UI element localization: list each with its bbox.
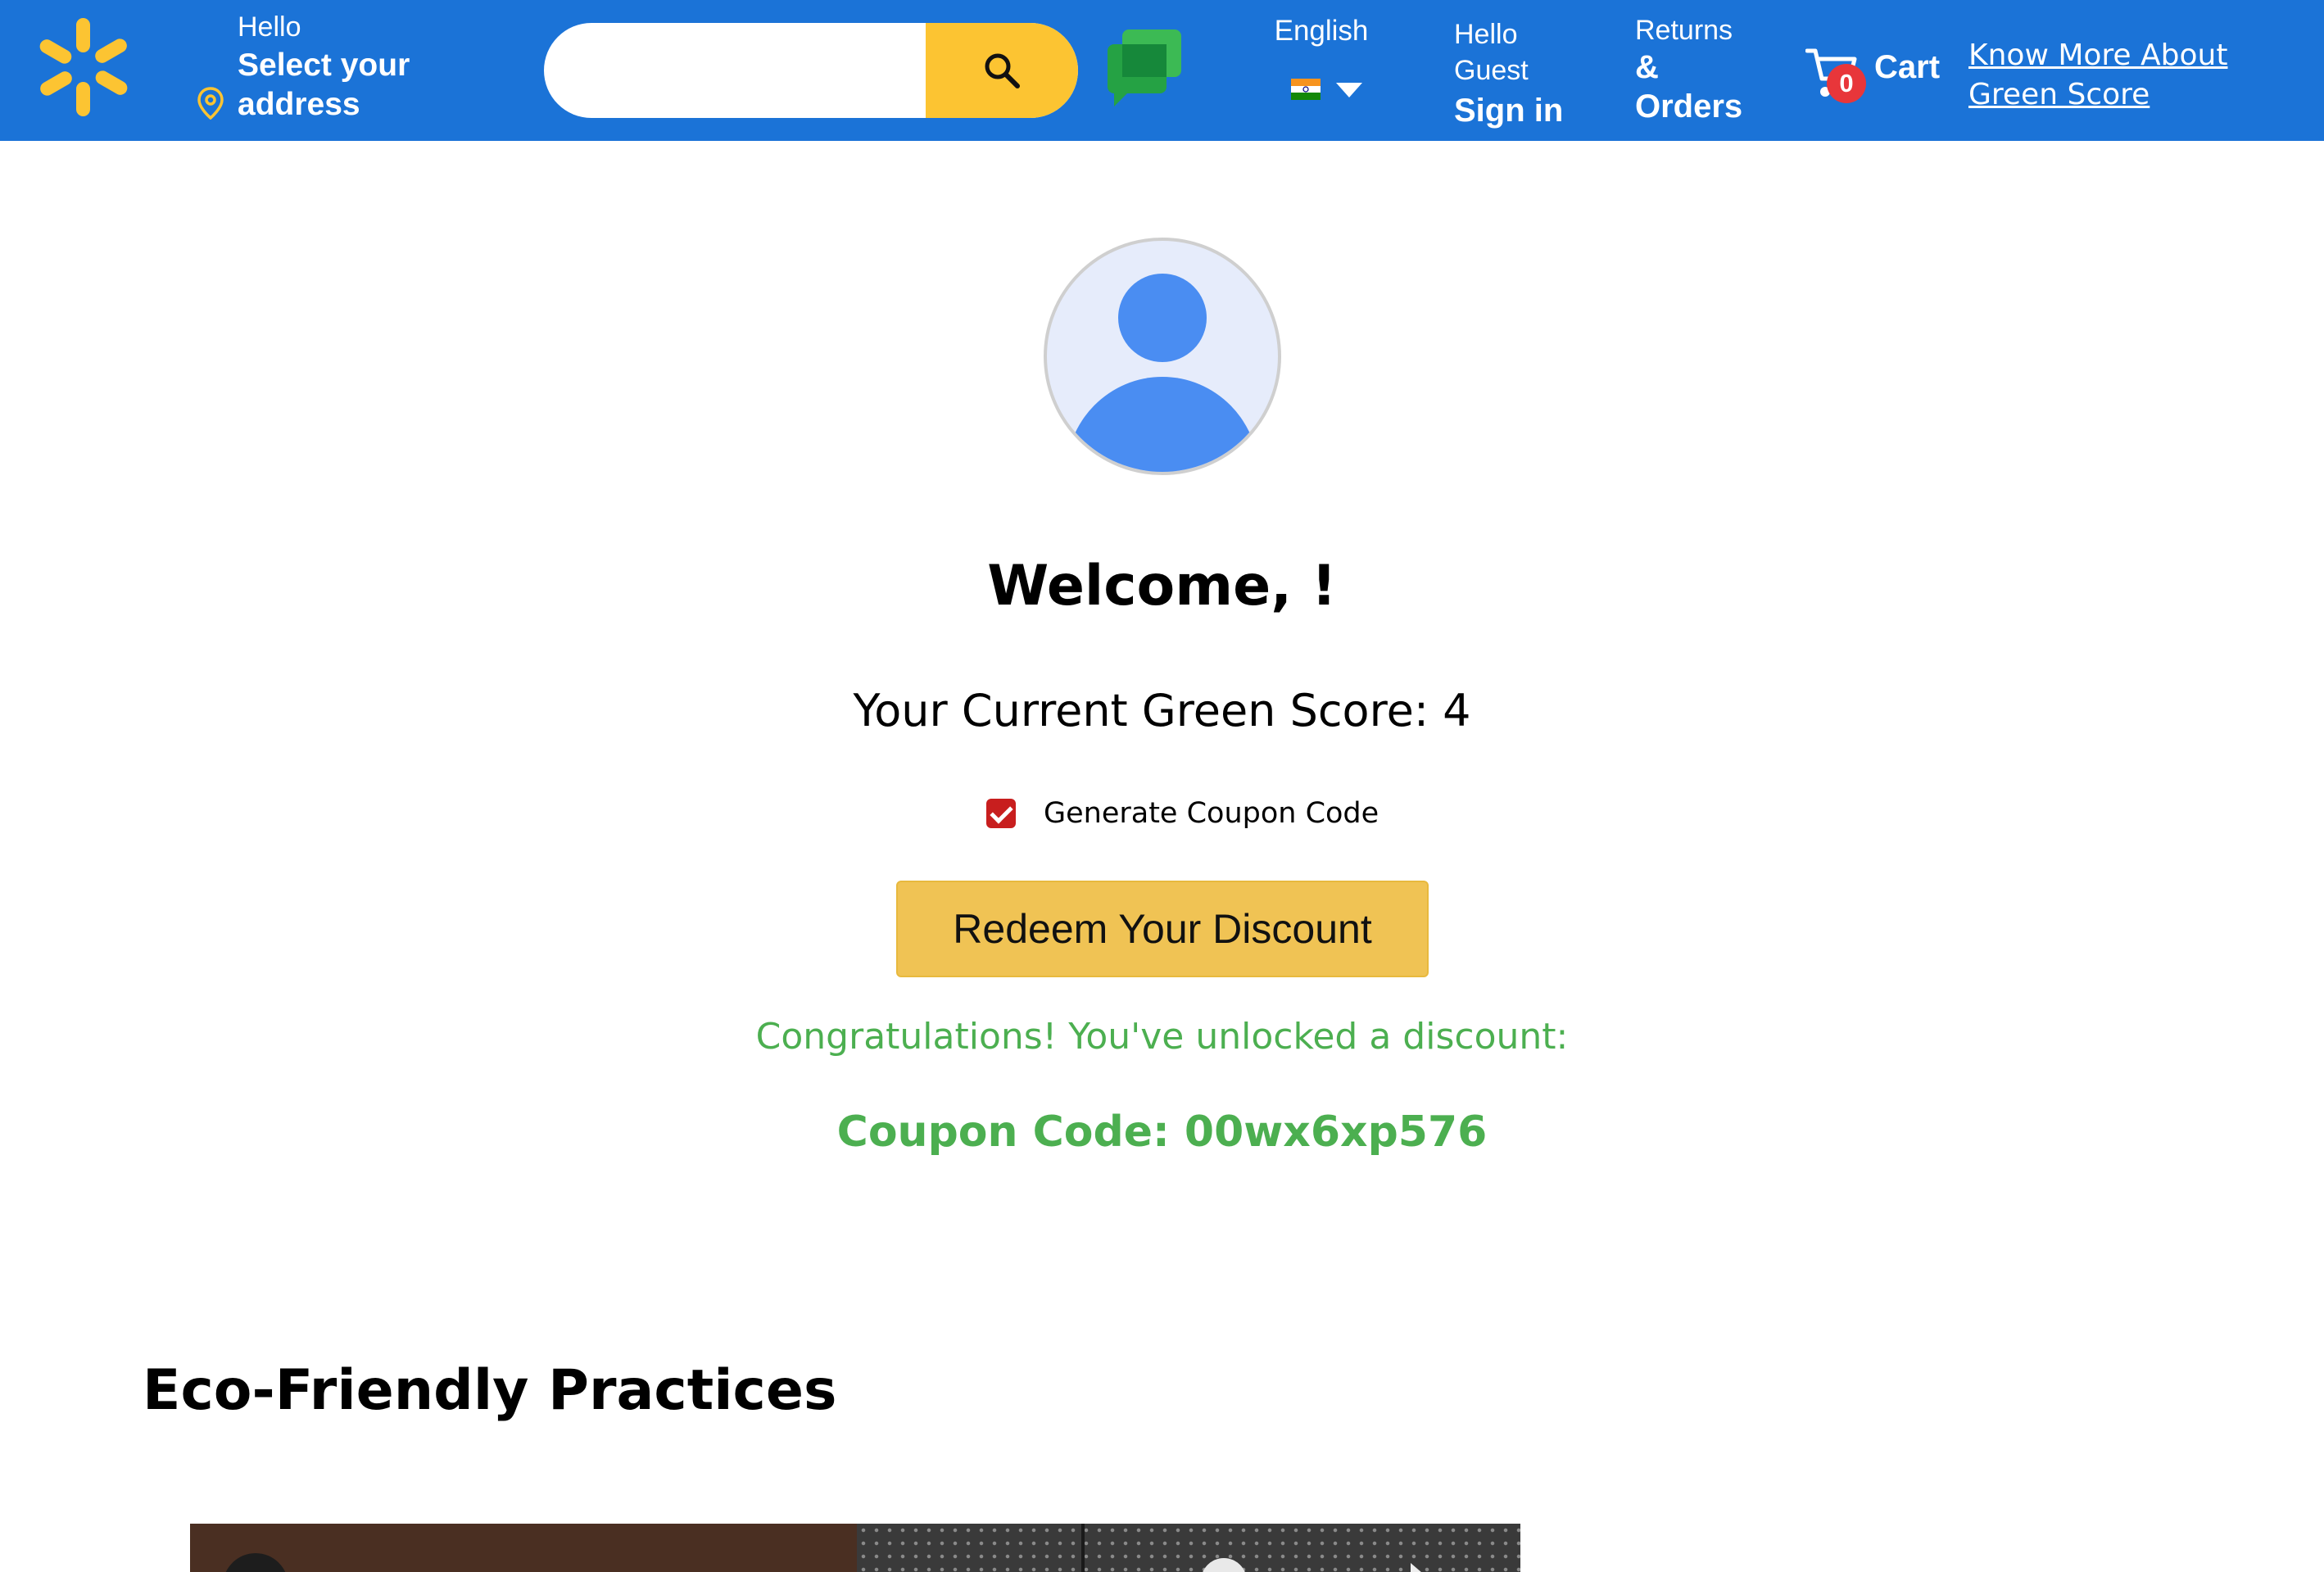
coupon-code: Coupon Code: 00wx6xp576 [836,1108,1488,1157]
address-greeting: Hello [238,11,301,43]
location-pin-icon [197,87,224,120]
checkbox-checked-icon[interactable] [986,799,1016,828]
language-selector[interactable]: English [1273,15,1370,100]
account-name: Guest [1454,55,1529,86]
welcome-heading: Welcome, ! [987,554,1337,618]
eco-friendly-section-title: Eco-Friendly Practices [143,1358,837,1423]
sign-in-label: Sign in [1454,93,1564,129]
video-divider [1081,1524,1085,1572]
search-input[interactable] [544,23,926,118]
sign-in-link[interactable]: Hello Guest Sign in [1454,16,1563,133]
cart-count-badge: 0 [1827,64,1866,103]
returns-label: Returns [1635,15,1733,46]
walmart-spark-logo-icon[interactable] [36,16,131,118]
redeem-discount-button[interactable]: Redeem Your Discount [896,881,1429,977]
user-avatar [1044,238,1281,475]
account-greeting: Hello [1454,19,1518,50]
cart-button[interactable]: 0 Cart [1805,43,1945,105]
returns-orders-link[interactable]: Returns & Orders [1635,13,1742,126]
cart-label: Cart [1874,49,1941,85]
chevron-down-icon [1336,83,1362,97]
green-score-info-link[interactable]: Know More About Green Score [1968,36,2313,115]
address-prompt-line1: Select your [238,48,410,83]
video-thumbnail-left [190,1524,857,1572]
address-prompt-line2: address [238,87,360,122]
search-icon [985,53,1020,88]
top-navigation-bar: Hello Select your address English Hello … [0,0,2324,141]
orders-label: Orders [1635,88,1743,125]
search-bar [544,23,1078,118]
eco-practices-video[interactable] [190,1524,1520,1572]
generate-coupon-label: Generate Coupon Code [1044,797,1379,830]
chat-icon[interactable] [1104,28,1185,108]
video-next-icon[interactable] [1411,1563,1422,1572]
user-profile-icon [1066,274,1259,472]
address-prompt: Select your address [238,46,410,125]
india-flag-icon [1291,79,1321,100]
search-button[interactable] [926,23,1078,118]
ampersand-label: & [1635,49,1659,85]
green-score-text: Your Current Green Score: 4 [853,685,1471,736]
language-label: English [1274,15,1369,47]
congratulations-message: Congratulations! You've unlocked a disco… [755,1016,1569,1058]
generate-coupon-checkbox[interactable]: Generate Coupon Code [986,795,1379,832]
